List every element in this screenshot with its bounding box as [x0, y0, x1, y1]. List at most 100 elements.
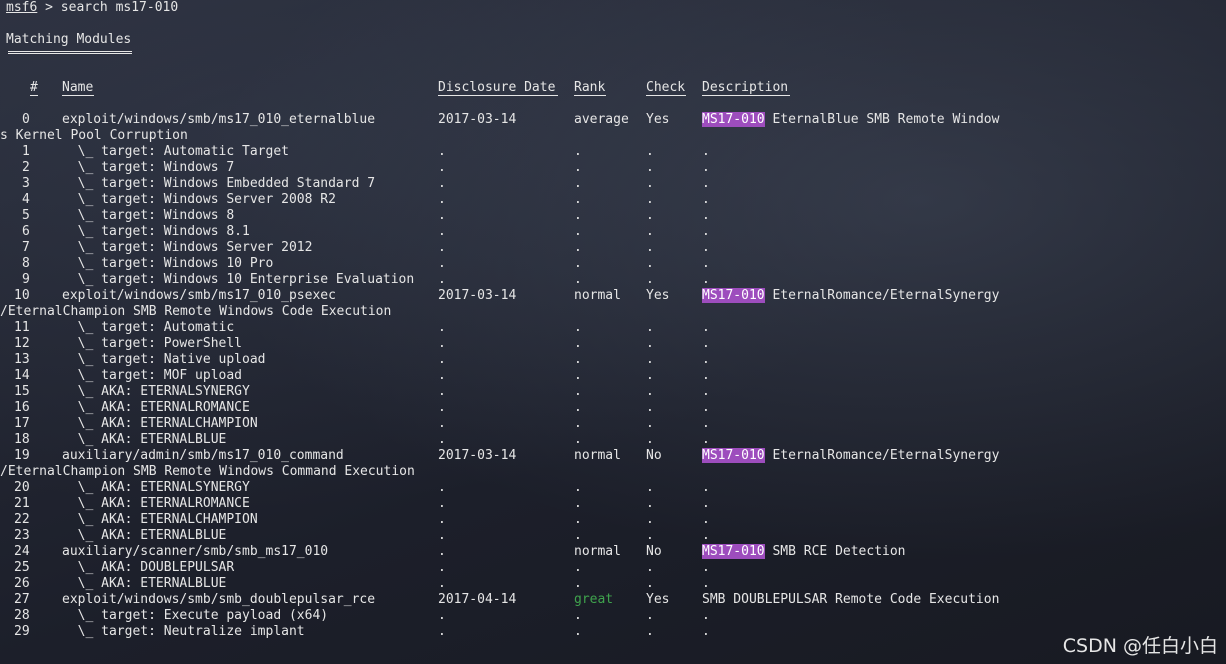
row-number: 12 — [14, 336, 30, 351]
module-name[interactable]: \_ target: Windows Server 2012 — [62, 240, 313, 256]
module-rank: . — [574, 192, 582, 207]
check-support: . — [646, 224, 654, 239]
col-header-name: Name — [62, 80, 94, 95]
check-support: . — [646, 384, 654, 399]
module-name[interactable]: \_ target: Neutralize implant — [62, 624, 305, 640]
module-description: . — [702, 176, 710, 192]
description-text: . — [702, 272, 710, 287]
module-rank: . — [574, 400, 582, 415]
description-text: . — [702, 496, 710, 511]
module-description: . — [702, 192, 710, 208]
check-support: . — [646, 320, 654, 335]
description-text: . — [702, 480, 710, 495]
row-number: 5 — [22, 208, 30, 223]
module-name[interactable]: \_ target: Windows 8 — [62, 208, 235, 224]
row-number: 9 — [22, 272, 30, 287]
module-name[interactable]: \_ AKA: ETERNALCHAMPION — [62, 512, 258, 528]
disclosure-date: . — [438, 528, 446, 543]
module-name[interactable]: \_ AKA: ETERNALBLUE — [62, 432, 227, 448]
check-support: . — [646, 144, 654, 159]
module-name[interactable]: \_ target: Windows Server 2008 R2 — [62, 192, 336, 208]
module-name[interactable]: \_ target: Windows 7 — [62, 160, 235, 176]
row-number: 24 — [14, 544, 30, 559]
module-description: . — [702, 320, 710, 336]
row-number: 25 — [14, 560, 30, 575]
check-support: . — [646, 480, 654, 495]
description-text: EternalRomance/EternalSynergy — [764, 448, 1000, 463]
col-header-date: Disclosure Date — [438, 80, 556, 95]
section-title-underline — [8, 51, 132, 54]
row-number: 1 — [22, 144, 30, 159]
module-name[interactable]: \_ AKA: ETERNALSYNERGY — [62, 384, 250, 400]
search-match-highlight: MS17-010 — [702, 448, 765, 463]
command-prompt[interactable]: msf6 > search ms17-010 — [6, 0, 178, 16]
description-text: . — [702, 400, 710, 415]
watermark: CSDN @任白小白 — [1062, 635, 1218, 657]
module-name[interactable]: exploit/windows/smb/smb_doublepulsar_rce — [62, 592, 375, 608]
check-support: . — [646, 416, 654, 431]
description-text: . — [702, 336, 710, 351]
check-support: . — [646, 624, 654, 639]
check-support: . — [646, 192, 654, 207]
row-number: 2 — [22, 160, 30, 175]
col-rule-check — [646, 95, 686, 96]
disclosure-date: . — [438, 560, 446, 575]
module-rank: . — [574, 480, 582, 495]
module-name[interactable]: \_ AKA: ETERNALCHAMPION — [62, 416, 258, 432]
check-support: . — [646, 432, 654, 447]
module-name[interactable]: exploit/windows/smb/ms17_010_psexec — [62, 288, 336, 304]
description-text: . — [702, 384, 710, 399]
description-text: EternalBlue SMB Remote Window — [764, 112, 1000, 127]
module-name[interactable]: \_ target: PowerShell — [62, 336, 242, 352]
check-support: . — [646, 256, 654, 271]
module-rank: . — [574, 608, 582, 623]
terminal[interactable]: msf6 > search ms17-010 Matching Modules … — [0, 0, 1226, 664]
disclosure-date: . — [438, 208, 446, 223]
description-text: . — [702, 176, 710, 191]
row-number: 18 — [14, 432, 30, 447]
module-rank: . — [574, 624, 582, 639]
module-description: . — [702, 496, 710, 512]
module-name[interactable]: \_ target: Windows 8.1 — [62, 224, 250, 240]
disclosure-date: . — [438, 144, 446, 159]
description-text: . — [702, 320, 710, 335]
module-name[interactable]: \_ target: Windows 10 Pro — [62, 256, 274, 272]
module-name[interactable]: \_ target: Windows 10 Enterprise Evaluat… — [62, 272, 415, 288]
module-name[interactable]: \_ target: MOF upload — [62, 368, 242, 384]
row-number: 20 — [14, 480, 30, 495]
module-rank: . — [574, 432, 582, 447]
description-text: . — [702, 624, 710, 639]
module-rank: . — [574, 256, 582, 271]
disclosure-date: . — [438, 400, 446, 415]
module-rank: . — [574, 576, 582, 591]
module-name[interactable]: \_ target: Native upload — [62, 352, 266, 368]
module-name[interactable]: \_ AKA: ETERNALBLUE — [62, 576, 227, 592]
check-support: . — [646, 240, 654, 255]
module-name[interactable]: \_ AKA: ETERNALROMANCE — [62, 400, 250, 416]
disclosure-date: . — [438, 384, 446, 399]
disclosure-date: . — [438, 624, 446, 639]
module-name[interactable]: \_ target: Automatic — [62, 320, 235, 336]
module-name[interactable]: \_ AKA: ETERNALSYNERGY — [62, 480, 250, 496]
module-name[interactable]: \_ AKA: DOUBLEPULSAR — [62, 560, 235, 576]
check-support: Yes — [646, 112, 670, 127]
module-rank: . — [574, 160, 582, 175]
module-name[interactable]: auxiliary/admin/smb/ms17_010_command — [62, 448, 344, 464]
module-name[interactable]: \_ AKA: ETERNALBLUE — [62, 528, 227, 544]
module-name[interactable]: \_ target: Automatic Target — [62, 144, 289, 160]
check-support: . — [646, 528, 654, 543]
module-name[interactable]: exploit/windows/smb/ms17_010_eternalblue — [62, 112, 375, 128]
module-description: MS17-010 SMB RCE Detection — [702, 544, 906, 560]
module-name[interactable]: \_ AKA: ETERNALROMANCE — [62, 496, 250, 512]
description-text: SMB RCE Detection — [764, 544, 906, 559]
module-description: . — [702, 384, 710, 400]
module-name[interactable]: \_ target: Windows Embedded Standard 7 — [62, 176, 375, 192]
module-name[interactable]: \_ target: Execute payload (x64) — [62, 608, 328, 624]
module-rank: . — [574, 224, 582, 239]
col-rule-name — [62, 95, 94, 96]
module-rank: . — [574, 512, 582, 527]
module-description: . — [702, 608, 710, 624]
module-name[interactable]: auxiliary/scanner/smb/smb_ms17_010 — [62, 544, 328, 560]
disclosure-date: . — [438, 512, 446, 527]
check-support: . — [646, 560, 654, 575]
